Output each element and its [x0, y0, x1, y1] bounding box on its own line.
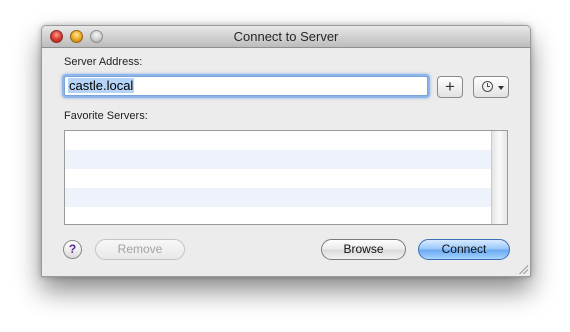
window-title: Connect to Server	[233, 29, 339, 44]
chevron-down-icon	[498, 86, 504, 90]
recent-servers-button[interactable]	[473, 76, 509, 98]
close-window-button[interactable]	[50, 30, 63, 43]
server-address-value: castle.local	[68, 78, 135, 93]
favorite-servers-list[interactable]	[64, 130, 508, 225]
server-address-input[interactable]: castle.local	[64, 76, 428, 96]
minimize-window-button[interactable]	[70, 30, 83, 43]
vertical-scrollbar[interactable]	[491, 131, 507, 224]
list-row[interactable]	[65, 150, 492, 169]
remove-button: Remove	[95, 239, 185, 260]
add-favorite-button[interactable]: +	[437, 76, 463, 98]
favorite-servers-label: Favorite Servers:	[64, 110, 148, 122]
list-row[interactable]	[65, 188, 492, 207]
zoom-window-button[interactable]	[90, 30, 103, 43]
server-address-label: Server Address:	[64, 56, 143, 68]
browse-button[interactable]: Browse	[321, 239, 406, 260]
connect-to-server-window: Connect to Server Server Address: castle…	[41, 25, 531, 277]
clock-icon	[482, 81, 493, 92]
list-row[interactable]	[65, 207, 492, 224]
connect-button[interactable]: Connect	[418, 239, 510, 260]
title-bar[interactable]: Connect to Server	[42, 26, 530, 48]
list-row[interactable]	[65, 131, 492, 150]
help-button[interactable]: ?	[63, 240, 82, 259]
resize-grip-icon[interactable]	[518, 264, 528, 274]
list-row[interactable]	[65, 169, 492, 188]
